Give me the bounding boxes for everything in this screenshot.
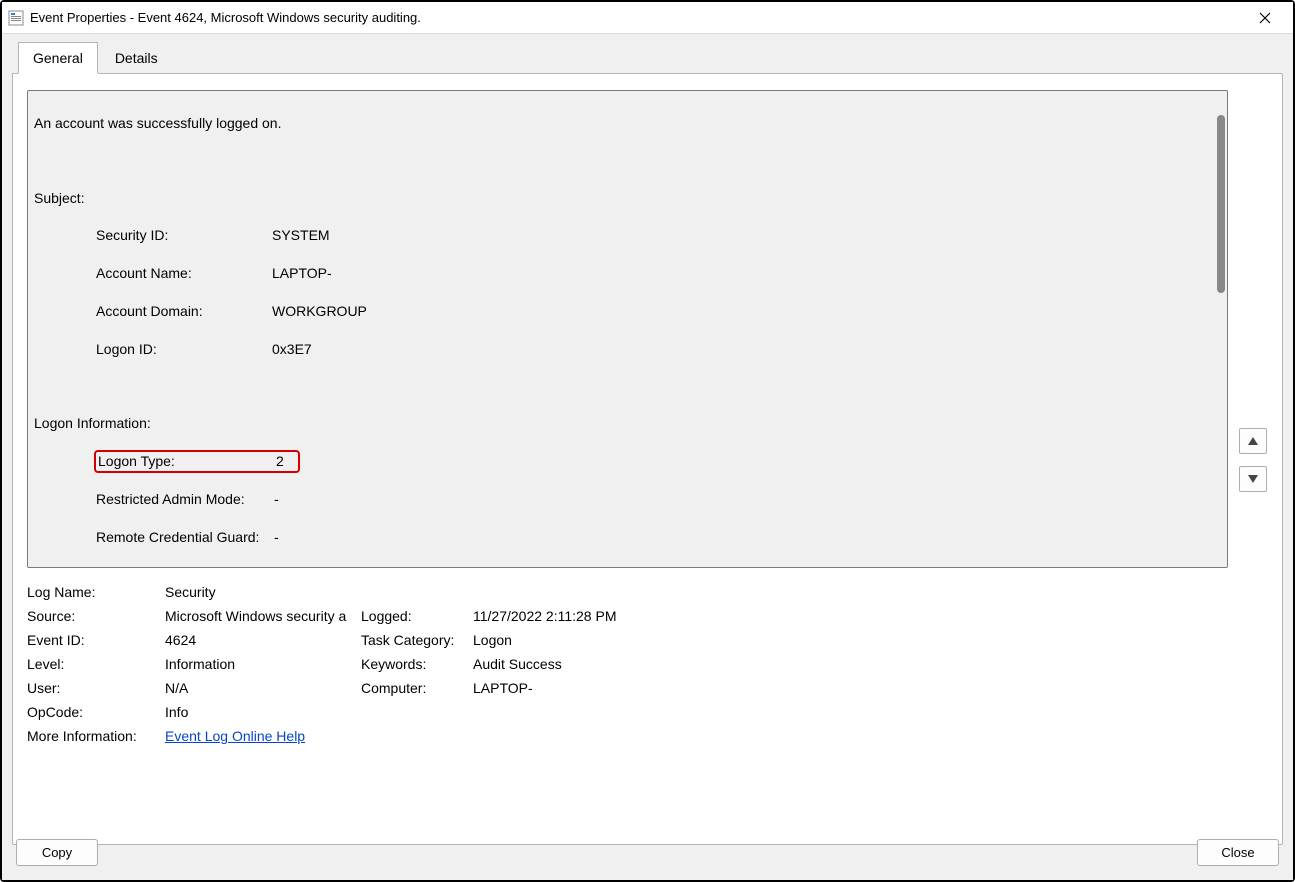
source: Microsoft Windows security a xyxy=(165,608,361,624)
remote-cred-guard: - xyxy=(274,528,279,547)
restricted-admin: - xyxy=(274,490,279,509)
subject-account-name: LAPTOP- xyxy=(272,264,332,283)
computer: LAPTOP- xyxy=(473,680,533,696)
subject-security-id: SYSTEM xyxy=(272,226,330,245)
dialog-body: General Details An account was successfu… xyxy=(2,34,1293,880)
arrow-down-icon xyxy=(1247,474,1259,484)
source-label: Source: xyxy=(27,608,165,624)
prev-event-button[interactable] xyxy=(1239,428,1267,454)
tab-general[interactable]: General xyxy=(18,42,98,74)
tab-details[interactable]: Details xyxy=(100,42,173,74)
log-name-label: Log Name: xyxy=(27,584,165,600)
subject-account-domain-label: Account Domain: xyxy=(96,302,272,321)
event-scrollbar[interactable] xyxy=(1215,93,1225,565)
subject-logon-id: 0x3E7 xyxy=(272,340,312,359)
next-event-button[interactable] xyxy=(1239,466,1267,492)
arrow-up-icon xyxy=(1247,436,1259,446)
tab-panel-general: An account was successfully logged on. S… xyxy=(12,73,1283,845)
app-icon xyxy=(8,10,24,26)
event-description[interactable]: An account was successfully logged on. S… xyxy=(27,90,1228,568)
virtual-account-label: Virtual Account: xyxy=(96,565,274,568)
logged-label: Logged: xyxy=(361,608,473,624)
event-id: 4624 xyxy=(165,632,361,648)
tab-strip: General Details xyxy=(12,42,1283,74)
titlebar: Event Properties - Event 4624, Microsoft… xyxy=(2,2,1293,34)
subject-account-name-label: Account Name: xyxy=(96,264,272,283)
subject-header: Subject: xyxy=(34,189,1221,208)
window-close-button[interactable] xyxy=(1243,3,1287,33)
keywords: Audit Success xyxy=(473,656,562,672)
task-category: Logon xyxy=(473,632,512,648)
event-id-label: Event ID: xyxy=(27,632,165,648)
restricted-admin-label: Restricted Admin Mode: xyxy=(96,490,274,509)
close-icon xyxy=(1259,12,1271,24)
computer-label: Computer: xyxy=(361,680,473,696)
keywords-label: Keywords: xyxy=(361,656,473,672)
logged: 11/27/2022 2:11:28 PM xyxy=(473,608,616,624)
event-log-help-link[interactable]: Event Log Online Help xyxy=(165,728,305,744)
scrollbar-thumb[interactable] xyxy=(1217,115,1225,293)
event-summary: Log Name: Security Source: Microsoft Win… xyxy=(27,584,1228,752)
more-info-label: More Information: xyxy=(27,728,165,744)
logon-type-label: Logon Type: xyxy=(98,452,276,471)
log-name: Security xyxy=(165,584,361,600)
opcode-label: OpCode: xyxy=(27,704,165,720)
logon-info-header: Logon Information: xyxy=(34,414,1221,433)
level-label: Level: xyxy=(27,656,165,672)
close-button[interactable]: Close xyxy=(1197,839,1279,866)
event-headline: An account was successfully logged on. xyxy=(34,114,1221,133)
subject-security-id-label: Security ID: xyxy=(96,226,272,245)
virtual-account: No xyxy=(274,565,292,568)
remote-cred-guard-label: Remote Credential Guard: xyxy=(96,528,274,547)
opcode: Info xyxy=(165,704,361,720)
footer-buttons: Copy Close xyxy=(16,839,1279,866)
logon-type: 2 xyxy=(276,452,284,471)
subject-account-domain: WORKGROUP xyxy=(272,302,367,321)
level: Information xyxy=(165,656,361,672)
subject-logon-id-label: Logon ID: xyxy=(96,340,272,359)
task-category-label: Task Category: xyxy=(361,632,473,648)
nav-column xyxy=(1228,90,1268,830)
user-label: User: xyxy=(27,680,165,696)
user: N/A xyxy=(165,680,361,696)
copy-button[interactable]: Copy xyxy=(16,839,98,866)
window-title: Event Properties - Event 4624, Microsoft… xyxy=(30,10,1243,25)
